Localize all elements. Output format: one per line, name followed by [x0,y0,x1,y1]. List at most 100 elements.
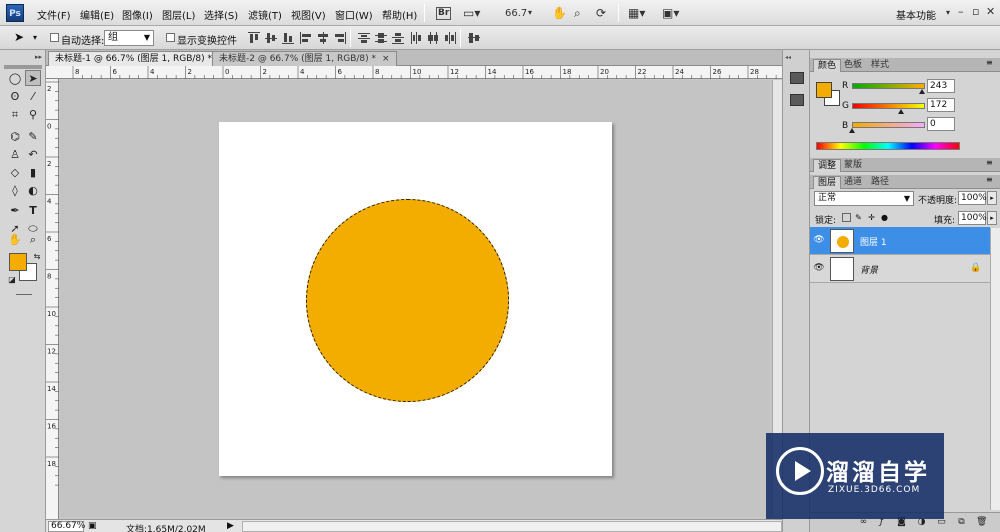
history-brush-tool-icon[interactable]: ↶ [25,147,41,163]
rotate-view-icon[interactable]: ⟳ [596,4,606,22]
tab-styles[interactable]: 样式 [867,59,893,72]
color-spectrum-bar[interactable] [816,142,960,150]
align-horizontal-center-icon[interactable] [317,32,329,44]
foreground-color-swatch[interactable] [9,253,27,271]
default-colors-icon[interactable]: ◪ [4,272,20,288]
history-panel-icon[interactable] [790,72,804,84]
blur-tool-icon[interactable]: ◊ [7,183,23,199]
tool-preset-arrow-icon[interactable]: ▾ [33,33,37,42]
b-value-field[interactable]: 0 [927,117,955,131]
horizontal-scrollbar[interactable] [242,521,782,532]
arrange-documents-icon[interactable]: ▦▾ [628,4,645,22]
document-info[interactable]: 文档:1.65M/2.02M [126,522,206,532]
tab-swatches[interactable]: 色板 [840,59,866,72]
lock-all-icon[interactable]: ● [880,213,889,222]
align-bottom-icon[interactable] [282,32,294,44]
distribute-bottom-icon[interactable] [392,32,404,44]
workspace-dropdown-arrow-icon[interactable]: ▾ [946,8,950,17]
lock-image-pixels-icon[interactable]: ✎ [854,213,863,222]
align-right-icon[interactable] [334,32,346,44]
gradient-tool-icon[interactable]: ▮ [25,165,41,181]
color-panel-foreground-swatch[interactable] [816,82,832,98]
type-tool-icon[interactable]: T [25,203,41,219]
marquee-tool-icon[interactable]: ◯ [7,71,23,87]
align-top-icon[interactable] [248,32,260,44]
layer-row-layer-1[interactable]: 👁 图层 1 [810,227,990,255]
fill-slider-arrow-icon[interactable]: ▸ [987,211,997,225]
dock-grip-icon[interactable]: ◂◂ [785,54,809,62]
tab-color[interactable]: 颜色 [813,59,842,72]
healing-brush-tool-icon[interactable]: ⌬ [7,129,23,145]
layer-row-background[interactable]: 👁 背景 🔒 [810,255,990,283]
g-channel-slider[interactable] [852,103,925,109]
menu-window[interactable]: 窗口(W) [335,7,373,22]
layer-name[interactable]: 图层 1 [860,235,887,248]
delete-layer-icon[interactable]: 🗑 [976,517,987,528]
eye-icon[interactable]: 👁 [813,263,825,274]
menu-filter[interactable]: 滤镜(T) [248,7,282,22]
align-vertical-center-icon[interactable] [265,32,277,44]
r-slider-thumb[interactable] [918,89,925,94]
menu-image[interactable]: 图像(I) [122,7,153,22]
tab-document-2[interactable]: 未标题-2 @ 66.7% (图层 1, RGB/8) * × [212,51,397,66]
pen-tool-icon[interactable]: ✒ [7,203,23,219]
lock-position-icon[interactable]: ✛ [867,213,876,222]
panel-menu-icon[interactable]: ≡ [986,158,993,167]
distribute-horizontal-center-icon[interactable] [427,32,439,44]
tab-document-1[interactable]: 未标题-1 @ 66.7% (图层 1, RGB/8) *× [48,51,233,66]
tab-adjustments[interactable]: 调整 [813,159,842,172]
r-channel-slider[interactable] [852,83,925,89]
menu-select[interactable]: 选择(S) [204,7,238,22]
g-value-field[interactable]: 172 [927,98,955,112]
zoom-tool-icon[interactable]: ⌕ [574,4,581,22]
auto-select-dropdown[interactable]: 组 ▼ [104,30,154,46]
menu-view[interactable]: 视图(V) [291,7,326,22]
minimize-icon[interactable]: – [958,5,964,18]
crop-tool-icon[interactable]: ⌗ [7,107,23,123]
quick-mask-icon[interactable] [16,294,32,295]
close-tab-icon[interactable]: × [382,54,390,64]
screen-mode-icon[interactable]: ▣▾ [662,4,679,22]
lock-transparent-pixels-icon[interactable] [842,213,851,222]
opacity-slider-arrow-icon[interactable]: ▸ [987,191,997,205]
quick-selection-tool-icon[interactable]: ⁄ [25,89,41,105]
show-transform-checkbox[interactable] [166,33,175,42]
fill-field[interactable]: 100% [958,211,987,225]
eraser-tool-icon[interactable]: ◇ [7,165,23,181]
b-channel-slider[interactable] [852,122,925,128]
move-tool-preset-icon[interactable]: ➤ [14,30,24,44]
toolbox-collapse-icon[interactable]: ▸▸ [4,53,42,61]
auto-select-checkbox[interactable] [50,33,59,42]
view-extras-icon[interactable]: ▭▾ [463,4,480,22]
bridge-button[interactable]: Br [436,7,452,20]
move-tool-icon[interactable]: ➤ [25,70,41,86]
r-value-field[interactable]: 243 [927,79,955,93]
hand-tool-icon[interactable]: ✋ [7,232,23,248]
align-left-icon[interactable] [300,32,312,44]
g-slider-thumb[interactable] [898,109,905,114]
close-icon[interactable]: ✕ [986,5,995,18]
zoom-level[interactable]: 66.7 [505,5,527,23]
auto-align-layers-icon[interactable] [468,32,480,44]
eyedropper-tool-icon[interactable]: ⚲ [25,107,41,123]
workspace-switcher[interactable]: 基本功能 [896,7,936,22]
menu-edit[interactable]: 编辑(E) [80,7,114,22]
menu-help[interactable]: 帮助(H) [382,7,417,22]
tab-channels[interactable]: 通道 [840,176,866,189]
opacity-field[interactable]: 100% [958,191,987,205]
swap-colors-icon[interactable]: ⇆ [29,249,45,265]
zoom-dropdown-arrow-icon[interactable]: ▾ [528,4,532,22]
dodge-tool-icon[interactable]: ◐ [25,183,41,199]
zoom-field[interactable]: 66.67% [48,521,85,532]
distribute-top-icon[interactable] [358,32,370,44]
layer-name[interactable]: 背景 [860,263,878,276]
distribute-left-icon[interactable] [410,32,422,44]
document-canvas[interactable] [219,122,612,476]
restore-icon[interactable]: ▫ [972,5,979,18]
zoom-tool-icon[interactable]: ⌕ [25,232,41,248]
status-preview-icon[interactable]: ▣ [88,521,97,531]
panel-menu-icon[interactable]: ≡ [986,58,993,67]
hand-tool-icon[interactable]: ✋ [552,4,567,22]
distribute-right-icon[interactable] [444,32,456,44]
blend-mode-dropdown[interactable]: 正常 ▼ [814,191,914,206]
